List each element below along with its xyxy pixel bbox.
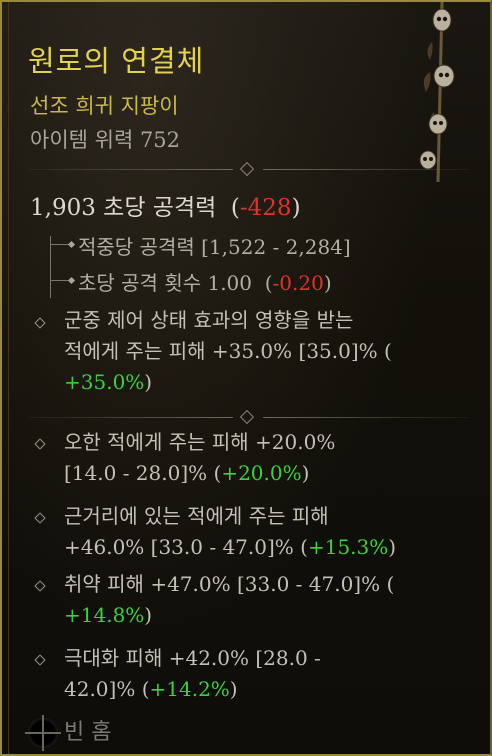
affix-line: [14.0 - 28.0]% (+20.0%) (64, 458, 474, 489)
affix-line: 극대화 피해 +42.0% [28.0 - (64, 646, 321, 670)
empty-socket-icon (25, 715, 61, 751)
section-divider (28, 409, 468, 425)
substat-attack-speed: 초당 공격 횟수 1.00 (-0.20) (78, 271, 332, 295)
affix-line: 42.0]% (+14.2%) (64, 674, 474, 705)
diamond-bullet-icon (34, 438, 46, 450)
item-power: 아이템 위력 752 (30, 128, 181, 152)
tooltip-inner-border (8, 2, 9, 754)
affix-overpower-damage: 극대화 피해 +42.0% [28.0 - 42.0]% (+14.2%) (64, 643, 474, 705)
substat-delta: -0.20 (272, 271, 324, 295)
substat-text: 적중당 공격력 [1,522 - 2,284] (78, 235, 351, 259)
dps-delta: -428 (239, 195, 292, 221)
diamond-bullet-icon (34, 317, 46, 329)
substat-tree-line (50, 236, 51, 298)
affix-line: 근거리에 있는 적에게 주는 피해 (64, 504, 329, 528)
diamond-bullet-icon (34, 580, 46, 592)
affix-text: [14.0 - 28.0]% ( (64, 461, 222, 485)
affix-text: 42.0]% ( (64, 677, 150, 701)
socket-label: 빈 홈 (64, 720, 112, 745)
affix-line: 오한 적에게 주는 피해 +20.0% (64, 430, 336, 454)
affix-paren: ) (144, 603, 153, 627)
affix-paren: ) (229, 677, 238, 701)
substat-text: 초당 공격 횟수 1.00 (78, 271, 253, 295)
affix-text: +46.0% [33.0 - 47.0]% ( (64, 535, 308, 559)
affix-bonus: +14.8% (64, 603, 145, 627)
affix-line: +46.0% [33.0 - 47.0]% (+15.3%) (64, 532, 474, 563)
affix-line: 군중 제어 상태 효과의 영향을 받는 (64, 308, 354, 332)
affix-chill-damage: 오한 적에게 주는 피해 +20.0% [14.0 - 28.0]% (+20.… (64, 427, 474, 489)
section-divider (28, 161, 468, 177)
affix-vulnerable-damage: 취약 피해 +47.0% [33.0 - 47.0]% ( +14.8%) (64, 569, 474, 631)
implicit-affix: 군중 제어 상태 효과의 영향을 받는 적에게 주는 피해 +35.0% [35… (64, 305, 474, 398)
affix-bonus: +20.0% (221, 461, 302, 485)
substat-tree-dot (67, 240, 76, 249)
affix-line: 적에게 주는 피해 +35.0% [35.0]% ( (64, 339, 392, 363)
dps-value: 1,903 초당 공격력 (30, 195, 217, 221)
substat-tree-dot (67, 276, 76, 285)
affix-line: +14.8%) (64, 600, 474, 631)
affix-paren: ) (301, 461, 310, 485)
dps-line: 1,903 초당 공격력 (-428) (30, 195, 301, 221)
item-tooltip: 원로의 연결체 선조 희귀 지팡이 아이템 위력 752 1,903 초당 공격… (0, 0, 492, 756)
affix-bonus: +14.2% (149, 677, 230, 701)
affix-close-damage: 근거리에 있는 적에게 주는 피해 +46.0% [33.0 - 47.0]% … (64, 501, 474, 563)
affix-bonus: +35.0% (64, 370, 145, 394)
affix-line: 취약 피해 +47.0% [33.0 - 47.0]% ( (64, 572, 395, 596)
affix-line: +35.0%) (64, 367, 474, 398)
affix-paren: ) (144, 370, 153, 394)
affix-paren: ) (388, 535, 397, 559)
affix-bonus: +15.3% (307, 535, 389, 559)
item-rarity-type: 선조 희귀 지팡이 (30, 94, 179, 118)
item-name: 원로의 연결체 (28, 44, 205, 78)
diamond-bullet-icon (34, 512, 46, 524)
substat-damage-per-hit: 적중당 공격력 [1,522 - 2,284] (78, 231, 351, 260)
diamond-bullet-icon (34, 654, 46, 666)
